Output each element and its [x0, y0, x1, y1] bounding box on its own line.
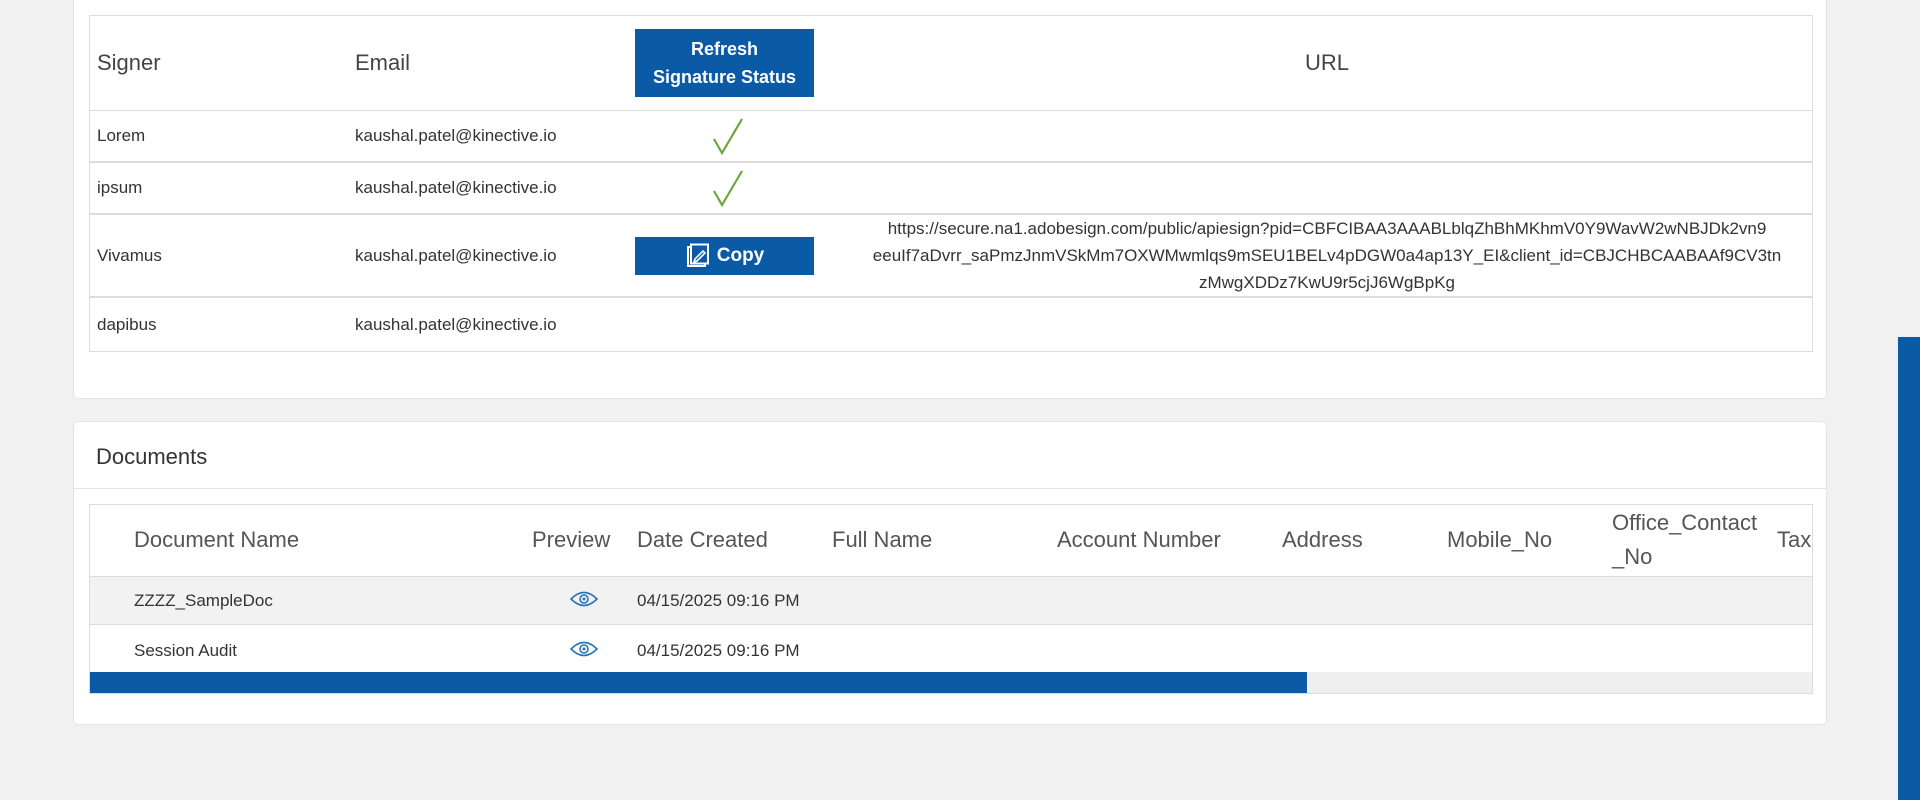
col-date-created[interactable]: Date Created [637, 523, 768, 557]
header-signer: Signer [97, 50, 161, 75]
signing-url-line: zMwgXDDz7KwU9r5cjJ6WgBpKg [1198, 273, 1456, 292]
col-address[interactable]: Address [1282, 523, 1363, 557]
eye-icon[interactable] [570, 590, 598, 608]
copy-url-button[interactable]: Copy [635, 236, 814, 275]
refresh-label-line2: Signature Status [652, 67, 797, 87]
col-mobile-no[interactable]: Mobile_No [1447, 523, 1552, 557]
col-preview[interactable]: Preview [532, 523, 610, 557]
documents-header-row: Document Name Preview Date Created Full … [90, 505, 1812, 577]
check-icon [713, 118, 743, 155]
horizontal-scrollbar[interactable] [90, 672, 1812, 693]
documents-divider [74, 488, 1826, 489]
col-full-name[interactable]: Full Name [832, 523, 932, 557]
horizontal-scrollbar-thumb[interactable] [90, 672, 1308, 693]
col-tax[interactable]: Tax [1777, 523, 1811, 557]
signers-table: Signer Email Refresh Signature Status UR… [89, 15, 1813, 352]
signer-email: kaushal.patel@kinective.io [355, 245, 557, 265]
signer-email: kaushal.patel@kinective.io [355, 314, 557, 334]
signer-name: dapibus [97, 314, 157, 334]
col-office-contact-no[interactable]: Office_Contact _No [1612, 506, 1757, 574]
header-url: URL [1304, 50, 1349, 75]
documents-table: Document Name Preview Date Created Full … [89, 504, 1813, 694]
signer-row: Lorem kaushal.patel@kinective.io [90, 111, 1812, 163]
document-date: 04/15/2025 09:16 PM [637, 641, 800, 660]
copy-label: Copy [716, 244, 765, 266]
refresh-label-line1: Refresh [690, 39, 759, 59]
documents-card: Documents Document Name Preview Date Cre… [73, 421, 1827, 725]
document-row[interactable]: Session Audit 04/15/2025 09:16 PM [90, 625, 1812, 677]
document-row[interactable]: ZZZZ_SampleDoc 04/15/2025 09:16 PM [90, 577, 1812, 625]
signer-row: dapibus kaushal.patel@kinective.io [90, 298, 1812, 351]
eye-icon[interactable] [570, 640, 598, 658]
signing-url-line: eeuIf7aDvrr_saPmzJnmVSkMm7OXWMwmlqs9mSEU… [872, 246, 1782, 265]
documents-title: Documents [96, 444, 208, 469]
signer-email: kaushal.patel@kinective.io [355, 126, 557, 145]
signing-url[interactable]: https://secure.na1.adobesign.com/public/… [852, 215, 1802, 296]
col-office-contact-line: _No [1612, 544, 1653, 569]
signing-url-line: https://secure.na1.adobesign.com/public/… [887, 219, 1767, 238]
signers-header-row: Signer Email Refresh Signature Status UR… [90, 16, 1812, 111]
col-document-name[interactable]: Document Name [134, 523, 299, 557]
signer-name: Lorem [97, 126, 146, 145]
signer-name: ipsum [97, 178, 143, 197]
signer-name: Vivamus [97, 245, 162, 265]
refresh-signature-status-button[interactable]: Refresh Signature Status [635, 29, 814, 97]
col-account-number[interactable]: Account Number [1057, 523, 1221, 557]
document-date: 04/15/2025 09:16 PM [637, 591, 800, 610]
col-office-contact-line: Office_Contact [1612, 510, 1758, 535]
signer-email: kaushal.patel@kinective.io [355, 178, 557, 197]
signer-row: Vivamus kaushal.patel@kinective.io Copy … [90, 215, 1812, 298]
signers-card: Signer Email Refresh Signature Status UR… [73, 0, 1827, 399]
document-name: Session Audit [134, 641, 238, 660]
edit-copy-icon [686, 243, 709, 267]
document-name: ZZZZ_SampleDoc [134, 591, 273, 610]
page-scrollbar-thumb[interactable] [1898, 337, 1920, 800]
check-icon [713, 170, 743, 207]
header-email: Email [355, 50, 411, 75]
signer-row: ipsum kaushal.patel@kinective.io [90, 163, 1812, 215]
